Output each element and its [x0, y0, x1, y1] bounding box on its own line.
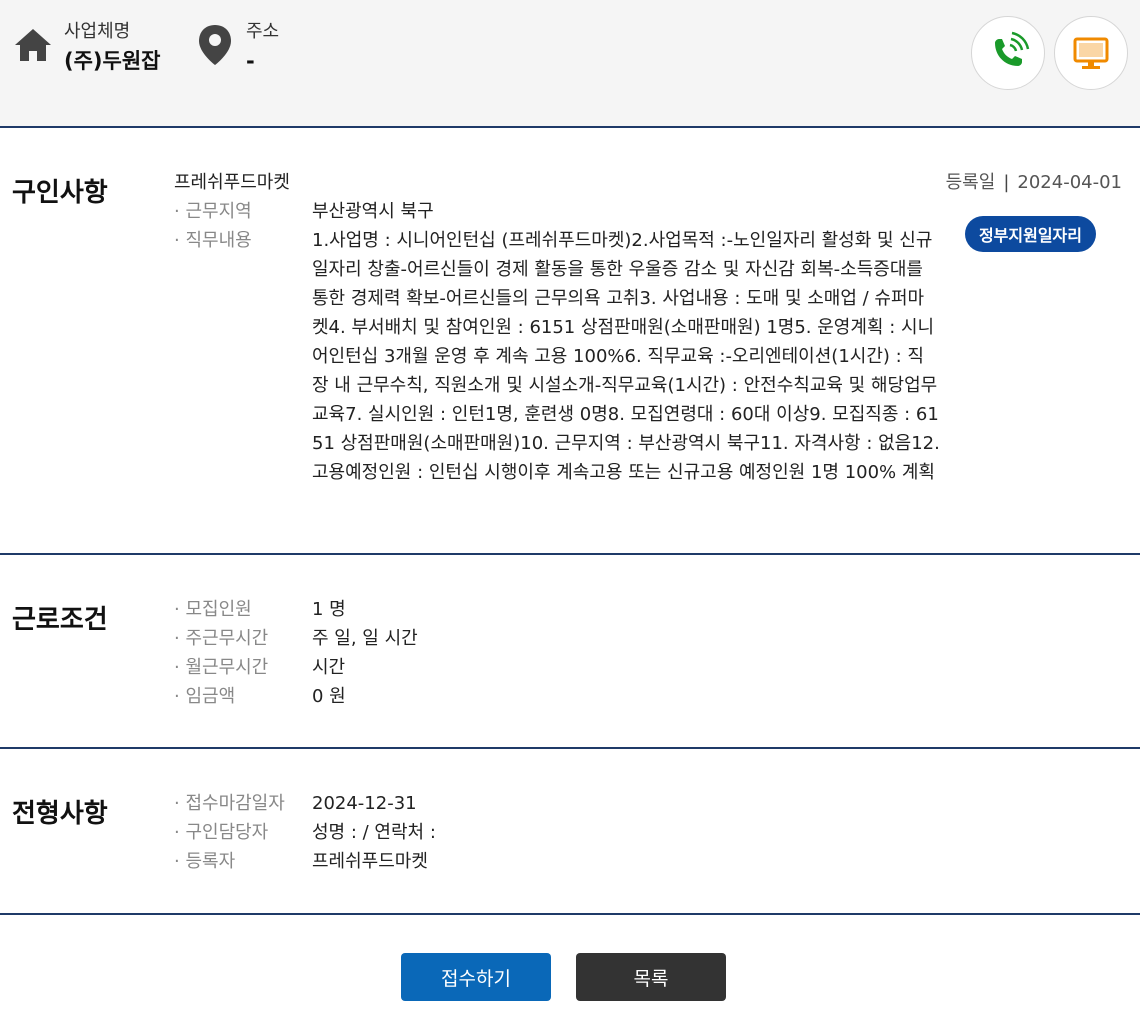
company-block: 사업체명 (주)두원잡	[12, 20, 160, 76]
info-row: · 접수마감일자 2024-12-31	[174, 789, 436, 818]
row-value: 1 명	[312, 599, 346, 620]
address-block: 주소 -	[194, 20, 279, 76]
monitor-icon	[1073, 37, 1109, 69]
row-value: 프레쉬푸드마켓	[312, 851, 428, 872]
reg-label: 등록일	[945, 172, 996, 193]
row-value: 성명 : / 연락처 :	[312, 822, 436, 843]
screening-title: 전형사항	[12, 799, 108, 829]
conditions-title: 근로조건	[12, 605, 108, 635]
conditions-section: 근로조건 · 모집인원 1 명 · 주근무시간 주 일, 일 시간 · 월근무시간 시…	[0, 555, 1140, 749]
screening-section: 전형사항 · 접수마감일자 2024-12-31 · 구인담당자 성명 : / 연락…	[0, 749, 1140, 915]
address-value: -	[246, 49, 255, 73]
row-key: · 접수마감일자	[174, 793, 285, 814]
row-value: 0 원	[312, 686, 346, 707]
row-key: · 모집인원	[174, 599, 252, 620]
gov-support-badge: 정부지원일자리	[964, 216, 1096, 252]
info-row: · 임금액 0 원	[174, 682, 418, 711]
row-value: 시간	[312, 657, 346, 678]
phone-button[interactable]	[971, 16, 1045, 90]
reg-date: 2024-04-01	[1017, 172, 1122, 193]
info-row: · 등록자 프레쉬푸드마켓	[174, 847, 436, 876]
row-key: · 임금액	[174, 686, 236, 707]
job-title: 프레쉬푸드마켓	[174, 172, 290, 193]
address-label: 주소	[246, 21, 280, 42]
row-key: · 직무내용	[174, 230, 252, 251]
info-row: · 모집인원 1 명	[174, 595, 418, 624]
registration-date: 등록일 | 2024-04-01	[946, 168, 1122, 194]
conditions-rows: · 모집인원 1 명 · 주근무시간 주 일, 일 시간 · 월근무시간 시간 · 임…	[174, 595, 418, 711]
phone-call-icon	[995, 31, 1030, 66]
info-row: · 직무내용 1.사업명 : 시니어인턴십 (프레쉬푸드마켓)2.사업목적 :-…	[174, 226, 940, 487]
recruit-title: 구인사항	[12, 178, 108, 208]
row-value: 2024-12-31	[312, 793, 417, 814]
row-value: 부산광역시 북구	[312, 201, 434, 222]
screening-rows: · 접수마감일자 2024-12-31 · 구인담당자 성명 : / 연락처 : ·…	[174, 789, 436, 876]
company-header: 사업체명 (주)두원잡 주소 -	[0, 0, 1140, 128]
list-button[interactable]: 목록	[576, 953, 726, 1001]
info-row: · 주근무시간 주 일, 일 시간	[174, 624, 418, 653]
info-row: · 근무지역 부산광역시 북구	[174, 197, 940, 226]
row-key: · 근무지역	[174, 201, 252, 222]
recruit-section: 구인사항 프레쉬푸드마켓 · 근무지역 부산광역시 북구 · 직무내용 1.사업…	[0, 128, 1140, 555]
company-label: 사업체명	[64, 21, 131, 42]
info-row: · 구인담당자 성명 : / 연락처 :	[174, 818, 436, 847]
apply-button[interactable]: 접수하기	[401, 953, 551, 1001]
reg-separator: |	[1003, 172, 1010, 193]
home-icon	[12, 24, 54, 66]
row-key: · 구인담당자	[174, 822, 269, 843]
row-key: · 주근무시간	[174, 628, 269, 649]
row-value: 주 일, 일 시간	[312, 628, 418, 649]
info-row: · 월근무시간 시간	[174, 653, 418, 682]
company-name: (주)두원잡	[64, 49, 161, 73]
job-description: 1.사업명 : 시니어인턴십 (프레쉬푸드마켓)2.사업목적 :-노인일자리 활…	[312, 230, 940, 483]
homepage-button[interactable]	[1054, 16, 1128, 90]
location-pin-icon	[194, 24, 236, 66]
row-key: · 등록자	[174, 851, 236, 872]
row-key: · 월근무시간	[174, 657, 269, 678]
recruit-rows: 프레쉬푸드마켓 · 근무지역 부산광역시 북구 · 직무내용 1.사업명 : 시…	[174, 168, 940, 487]
